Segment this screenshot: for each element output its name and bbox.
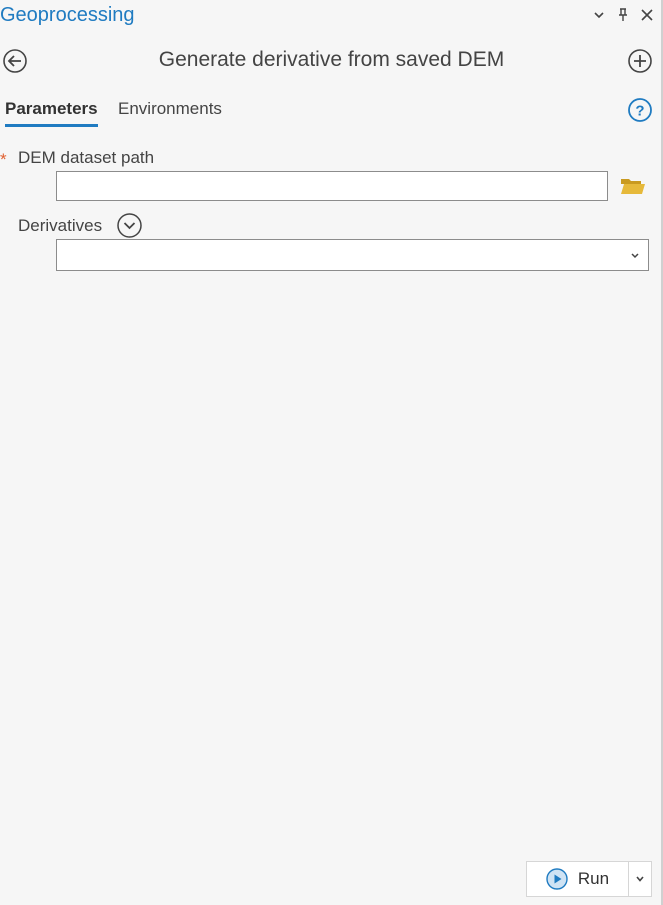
expand-chevron-icon[interactable] (116, 212, 143, 239)
pane-controls (591, 6, 655, 24)
dem-path-input[interactable] (56, 171, 608, 201)
tab-parameters[interactable]: Parameters (5, 99, 98, 127)
required-indicator: * (0, 150, 7, 169)
add-icon[interactable] (627, 48, 653, 74)
pane-title: Geoprocessing (0, 4, 135, 26)
svg-text:?: ? (635, 103, 644, 120)
tab-environments[interactable]: Environments (118, 99, 222, 119)
dropdown-arrow-icon (628, 248, 642, 262)
chevron-down-icon[interactable] (591, 6, 607, 24)
dem-path-label: DEM dataset path (18, 148, 155, 167)
tool-title: Generate derivative from saved DEM (158, 48, 505, 71)
run-button[interactable]: Run (527, 862, 628, 896)
active-tab-underline (5, 124, 98, 127)
help-icon[interactable]: ? (627, 97, 653, 123)
derivatives-label: Derivatives (18, 216, 103, 235)
run-label: Run (577, 869, 610, 888)
folder-open-icon[interactable] (620, 176, 646, 196)
run-options-button[interactable] (629, 862, 651, 896)
close-icon[interactable] (639, 6, 655, 24)
tab-parameters-label: Parameters (5, 99, 98, 118)
tool-header: Generate derivative from saved DEM (0, 44, 663, 78)
derivatives-select[interactable] (56, 239, 649, 271)
tab-environments-label: Environments (118, 99, 222, 118)
run-button-group: Run (526, 861, 652, 897)
pin-icon[interactable] (615, 6, 631, 24)
chevron-down-icon (636, 876, 644, 882)
play-icon (546, 868, 568, 890)
